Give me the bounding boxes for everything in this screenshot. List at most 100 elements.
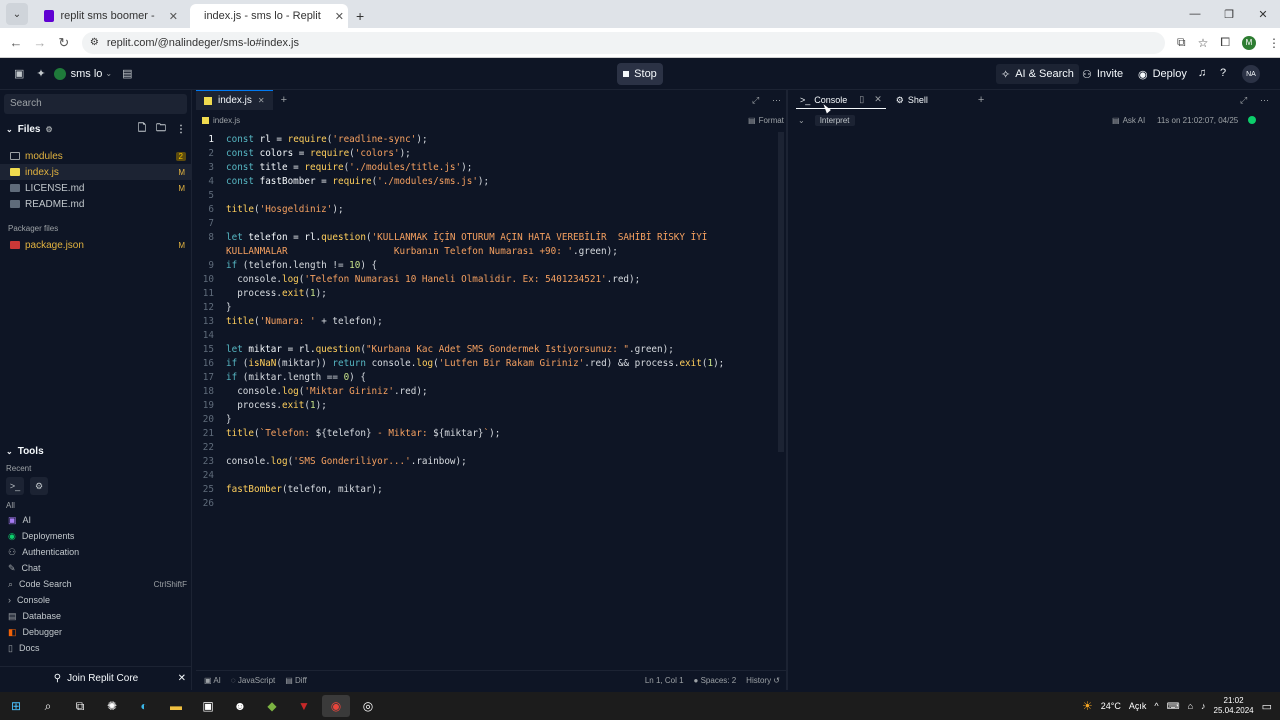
files-section-header[interactable]: ⌄ Files ⚙ 🗋 🗀 ⋮ [0,118,191,140]
cast-icon[interactable]: ⧉ [1177,35,1186,50]
close-tab-icon[interactable]: ✕ [874,94,882,105]
file-row-package-json[interactable]: package.json M [0,237,191,253]
tab-search-dropdown[interactable]: ⌄ [6,3,28,25]
edge-browser-icon[interactable]: ◐ [130,695,158,717]
keyboard-icon[interactable]: ⌨ [1167,701,1180,712]
url-field[interactable]: ⚙ replit.com/@nalindeger/sms-lo#index.js [81,31,1166,54]
profile-avatar[interactable]: M [1242,35,1256,50]
chevron-down-icon[interactable]: ⌄ [798,116,805,125]
task-view-icon[interactable]: ⧉ [66,695,94,717]
store-icon[interactable]: ▣ [194,695,222,717]
tab-console[interactable]: >_ Console ▯ ✕ [796,91,886,109]
recent-console-icon[interactable]: >_ [6,477,24,495]
sidebar-toggle-icon[interactable]: ▣ [14,67,24,80]
recent-shell-icon[interactable]: ⚙ [30,477,48,495]
tool-debugger[interactable]: ◧ Debugger [0,624,191,640]
stop-button[interactable]: Stop [617,63,663,85]
files-settings-icon[interactable]: ⚙ [46,125,53,134]
new-tab-button[interactable]: + [356,4,364,28]
app-icon-2[interactable]: ◆ [258,695,286,717]
tool-deployments[interactable]: ◉ Deployments [0,528,191,544]
ai-search-button[interactable]: ✧ AI & Search [996,64,1079,84]
volume-icon[interactable]: ♪ [1201,701,1206,711]
user-avatar[interactable]: NA [1242,65,1260,83]
bookmark-star-icon[interactable]: ☆ [1198,36,1209,50]
minimize-icon[interactable]: — [1178,8,1212,20]
add-tab-icon[interactable]: + [281,94,287,106]
repl-name[interactable]: sms lo [71,68,103,80]
tray-chevron-icon[interactable]: ^ [1154,701,1158,711]
status-language[interactable]: ◌ JavaScript [231,676,275,685]
tool-chat[interactable]: ✎ Chat [0,560,191,576]
widgets-icon[interactable]: ✺ [98,695,126,717]
status-spaces[interactable]: ● Spaces: 2 [694,676,737,685]
chrome-icon[interactable]: ◉ [322,695,350,717]
file-explorer-icon[interactable]: ▬ [162,695,190,717]
editor-scrollbar[interactable] [778,132,784,452]
app-icon-3[interactable]: ▼ [290,695,318,717]
layout-icon[interactable]: ▤ [122,67,132,80]
back-icon[interactable]: ← [4,35,28,50]
windows-start-icon[interactable]: ⊞ [2,695,30,717]
format-button[interactable]: ▤ Format [748,116,784,125]
deploy-button[interactable]: ◉ Deploy [1133,64,1192,84]
site-info-icon[interactable]: ⚙ [90,37,99,48]
interpret-label[interactable]: Interpret [814,114,855,126]
file-row-license[interactable]: LICENSE.md M [0,180,191,196]
replit-logo-icon[interactable]: ✦ [36,67,45,80]
clock[interactable]: 21:02 25.04.2024 [1214,696,1254,716]
close-banner-icon[interactable]: ✕ [178,673,186,684]
file-row-readme[interactable]: README.md [0,196,191,212]
reload-icon[interactable]: ↻ [52,35,76,51]
weather-temp[interactable]: 24°C [1101,701,1121,711]
join-replit-core-banner[interactable]: ⚲ Join Replit Core ✕ [0,666,192,690]
tool-database[interactable]: ▤ Database [0,608,191,624]
invite-button[interactable]: ⚇ Invite [1077,64,1128,84]
trash-icon[interactable]: ▯ [859,94,864,105]
search-input[interactable]: Search [4,94,187,114]
file-row-modules[interactable]: modules 2 [0,148,191,164]
file-row-index-js[interactable]: index.js M [0,164,191,180]
help-icon[interactable]: ? [1220,67,1226,79]
obs-icon[interactable]: ◎ [354,695,382,717]
menu-kebab-icon[interactable]: ⋮ [1268,36,1280,50]
app-icon[interactable]: ☻ [226,695,254,717]
expand-icon[interactable]: ⤢ [1240,95,1247,106]
add-tab-icon[interactable]: + [978,94,984,106]
network-icon[interactable]: ⌂ [1188,701,1193,711]
code-area[interactable]: 1 const rl = require('readline-sync'); 2c… [196,132,778,510]
files-menu-icon[interactable]: ⋮ [176,124,186,135]
tool-code-search[interactable]: ⌕ Code Search CtrlShiftF [0,576,191,592]
tool-console[interactable]: › Console [0,592,191,608]
tool-docs[interactable]: ▯ Docs [0,640,191,656]
tools-section-header[interactable]: ⌄ Tools [0,440,191,462]
browser-tab-yahoo[interactable]: replit sms boomer - Yahoo Tur ✕ [36,4,186,28]
forward-icon[interactable]: → [28,35,52,50]
chevron-down-icon[interactable]: ⌄ [105,69,112,78]
extensions-icon[interactable]: ⧠ [1220,35,1230,50]
tab-index-js[interactable]: index.js ✕ [196,90,273,110]
status-diff[interactable]: ▤ Diff [285,676,307,685]
tab-shell[interactable]: ⚙ Shell [892,91,932,109]
notifications-bell-icon[interactable]: ♫ [1198,67,1206,79]
browser-tab-replit[interactable]: index.js - sms lo - Replit ✕ [190,4,348,28]
pane-menu-icon[interactable]: ⋯ [772,95,781,106]
ask-ai-button[interactable]: ▤ Ask AI [1112,116,1145,125]
close-tab-icon[interactable]: ✕ [258,96,265,105]
expand-icon[interactable]: ⤢ [752,95,759,106]
tool-ai[interactable]: ▣ AI [0,512,191,528]
maximize-icon[interactable]: ❐ [1212,8,1246,21]
close-window-icon[interactable]: ✕ [1246,8,1280,21]
status-history[interactable]: History ↺ [746,676,780,685]
pane-menu-icon[interactable]: ⋯ [1260,95,1269,106]
notification-icon[interactable]: ▭ [1262,700,1272,713]
status-position[interactable]: Ln 1, Col 1 [645,676,684,685]
close-tab-icon[interactable]: ✕ [335,10,344,23]
close-tab-icon[interactable]: ✕ [169,10,178,23]
breadcrumb-file[interactable]: index.js [213,116,240,125]
tool-authentication[interactable]: ⚇ Authentication [0,544,191,560]
status-ai[interactable]: ▣ AI [204,676,221,685]
new-folder-icon[interactable]: 🗀 [156,121,166,138]
taskbar-search-icon[interactable]: ⌕ [34,695,62,717]
new-file-icon[interactable]: 🗋 [138,121,146,138]
